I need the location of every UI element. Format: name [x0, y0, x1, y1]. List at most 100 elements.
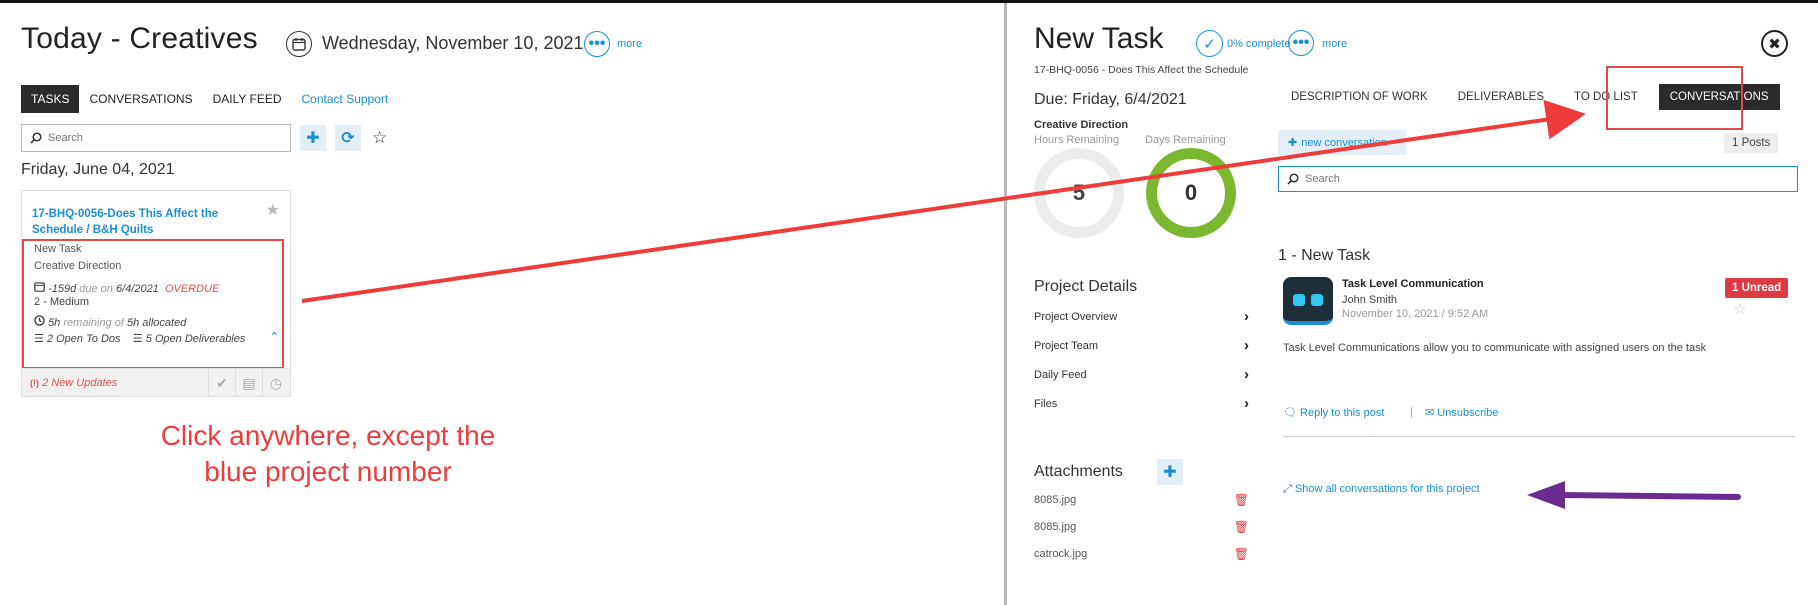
trash-icon[interactable]: 🗑: [1234, 520, 1249, 534]
unsubscribe-link[interactable]: ✉ Unsubscribe: [1425, 406, 1498, 419]
separator: |: [1410, 406, 1413, 418]
task-role: Creative Direction: [34, 260, 122, 272]
purple-arrow-head: [1527, 481, 1565, 509]
project-subtitle: 17-BHQ-0056 - Does This Affect the Sched…: [1034, 64, 1249, 76]
attachment-name: 8085.jpg: [1034, 494, 1077, 506]
daily-feed-label: Daily Feed: [1034, 369, 1087, 381]
chevron-right-icon: ›: [1244, 395, 1249, 412]
post-body: Task Level Communications allow you to c…: [1283, 342, 1707, 354]
hours-value: 5: [1072, 180, 1086, 205]
hours-remaining-ring: 5: [1034, 148, 1124, 238]
days-remaining-ring: 0: [1146, 148, 1236, 238]
attachment-item[interactable]: 8085.jpg 🗑: [1034, 493, 1249, 507]
expand-icon: ⤢: [1283, 483, 1292, 495]
conversation-search-input[interactable]: [1305, 173, 1785, 185]
hours-allocated: 5h allocated: [126, 317, 187, 329]
more-options-icon[interactable]: •••: [1288, 30, 1314, 56]
list-icon: ☰: [132, 333, 143, 345]
counts-line: ☰ 2 Open To Dos ☰ 5 Open Deliverables ⌃: [34, 330, 279, 345]
clock-icon[interactable]: ◷: [262, 369, 289, 397]
files-label: Files: [1034, 398, 1058, 410]
chevron-up-icon[interactable]: ⌃: [270, 330, 279, 343]
days-offset: -159d: [48, 283, 77, 295]
due-date: 6/4/2021: [115, 283, 159, 295]
task-card[interactable]: 17-BHQ-0056-Does This Affect the Schedul…: [21, 190, 291, 397]
show-all-label: Show all conversations for this project: [1294, 483, 1480, 495]
check-icon[interactable]: ✔: [208, 369, 235, 397]
hours-line: 5h remaining of 5h allocated: [34, 315, 186, 329]
star-icon[interactable]: ☆: [1733, 300, 1746, 318]
project-overview-label: Project Overview: [1034, 311, 1118, 323]
attachment-name: 8085.jpg: [1034, 521, 1077, 533]
more-link[interactable]: more: [617, 38, 642, 50]
conversation-search: [1278, 166, 1798, 192]
task-name: New Task: [34, 243, 82, 255]
tab-description-of-work[interactable]: DESCRIPTION OF WORK: [1280, 84, 1439, 110]
calendar-icon[interactable]: [286, 31, 312, 57]
trash-icon[interactable]: 🗑: [1234, 547, 1249, 561]
new-updates[interactable]: (!) 2 New Updates: [30, 377, 117, 389]
days-remaining-label: Days Remaining: [1145, 134, 1226, 146]
project-team-label: Project Team: [1034, 340, 1098, 352]
due-date: Due: Friday, 6/4/2021: [1034, 91, 1187, 108]
tab-conversations[interactable]: CONVERSATIONS: [79, 85, 202, 113]
post-author: John Smith: [1342, 294, 1398, 306]
close-icon[interactable]: ✖: [1761, 30, 1788, 57]
contact-support-link[interactable]: Contact Support: [292, 85, 399, 113]
current-date: Wednesday, November 10, 2021: [322, 33, 584, 53]
priority: 2 - Medium: [34, 296, 90, 308]
task-title: New Task: [1034, 22, 1164, 55]
daily-feed-item[interactable]: Daily Feed ›: [1034, 366, 1249, 383]
notes-icon[interactable]: ▤: [235, 369, 262, 397]
panel-divider: [1004, 3, 1007, 605]
purple-arrow-shaft: [1557, 492, 1741, 500]
new-updates-label: 2 New Updates: [42, 376, 118, 389]
reply-label: Reply to this post: [1300, 407, 1385, 419]
new-conversation-button[interactable]: ✚ new conversation: [1278, 130, 1406, 155]
task-search: [21, 124, 291, 152]
add-attachment-button[interactable]: ✚: [1157, 459, 1183, 485]
unsubscribe-label: Unsubscribe: [1437, 407, 1499, 419]
page-title: Today - Creatives: [21, 22, 258, 55]
remaining-label: remaining of: [63, 317, 124, 329]
more-link[interactable]: more: [1322, 38, 1347, 50]
posts-count: 1 Posts: [1724, 133, 1779, 153]
reply-link[interactable]: 🗨 Reply to this post: [1283, 406, 1384, 419]
percent-complete[interactable]: 0% complete: [1227, 38, 1291, 50]
overdue-badge: OVERDUE: [164, 283, 220, 295]
open-deliverables: 5 Open Deliverables: [145, 333, 246, 345]
show-all-conversations-link[interactable]: ⤢ Show all conversations for this projec…: [1283, 483, 1480, 496]
avatar: [1283, 277, 1333, 325]
instruction-annotation: Click anywhere, except the blue project …: [160, 420, 496, 487]
tab-tasks[interactable]: TASKS: [21, 85, 80, 113]
project-team-item[interactable]: Project Team ›: [1034, 337, 1249, 354]
refresh-button[interactable]: ⟳: [335, 125, 361, 151]
more-options-icon[interactable]: •••: [584, 31, 610, 57]
task-card-body[interactable]: New Task Creative Direction -159d due on…: [22, 239, 284, 369]
attachments-title: Attachments: [1034, 463, 1123, 480]
search-icon: [30, 132, 42, 144]
role-label: Creative Direction: [1034, 119, 1129, 131]
tab-daily-feed[interactable]: DAILY FEED: [203, 85, 292, 113]
calendar-icon: [34, 282, 48, 295]
task-card-footer: (!) 2 New Updates ✔ ▤ ◷: [22, 368, 290, 397]
attachment-item[interactable]: 8085.jpg 🗑: [1034, 520, 1249, 534]
post-heading: Task Level Communication: [1342, 278, 1484, 290]
list-icon: ☰: [34, 333, 44, 345]
tab-deliverables[interactable]: DELIVERABLES: [1447, 84, 1555, 110]
clock-icon: [34, 315, 48, 329]
attachment-item[interactable]: catrock.jpg 🗑: [1034, 547, 1249, 561]
post-date: November 10, 2021 / 9:52 AM: [1342, 308, 1489, 320]
project-number-link[interactable]: 17-BHQ-0056-Does This Affect the Schedul…: [32, 206, 247, 238]
project-details-title: Project Details: [1034, 278, 1138, 295]
search-input[interactable]: [48, 132, 268, 144]
due-line: -159d due on 6/4/2021 OVERDUE: [34, 281, 219, 295]
favorites-star-icon[interactable]: ☆: [372, 128, 387, 148]
star-icon[interactable]: ★: [266, 200, 280, 220]
project-overview-item[interactable]: Project Overview ›: [1034, 308, 1249, 325]
files-item[interactable]: Files ›: [1034, 395, 1249, 412]
trash-icon[interactable]: 🗑: [1234, 493, 1249, 507]
new-conversation-label: new conversation: [1301, 136, 1387, 149]
check-icon[interactable]: ✓: [1196, 30, 1223, 57]
add-task-button[interactable]: ✚: [300, 125, 326, 151]
